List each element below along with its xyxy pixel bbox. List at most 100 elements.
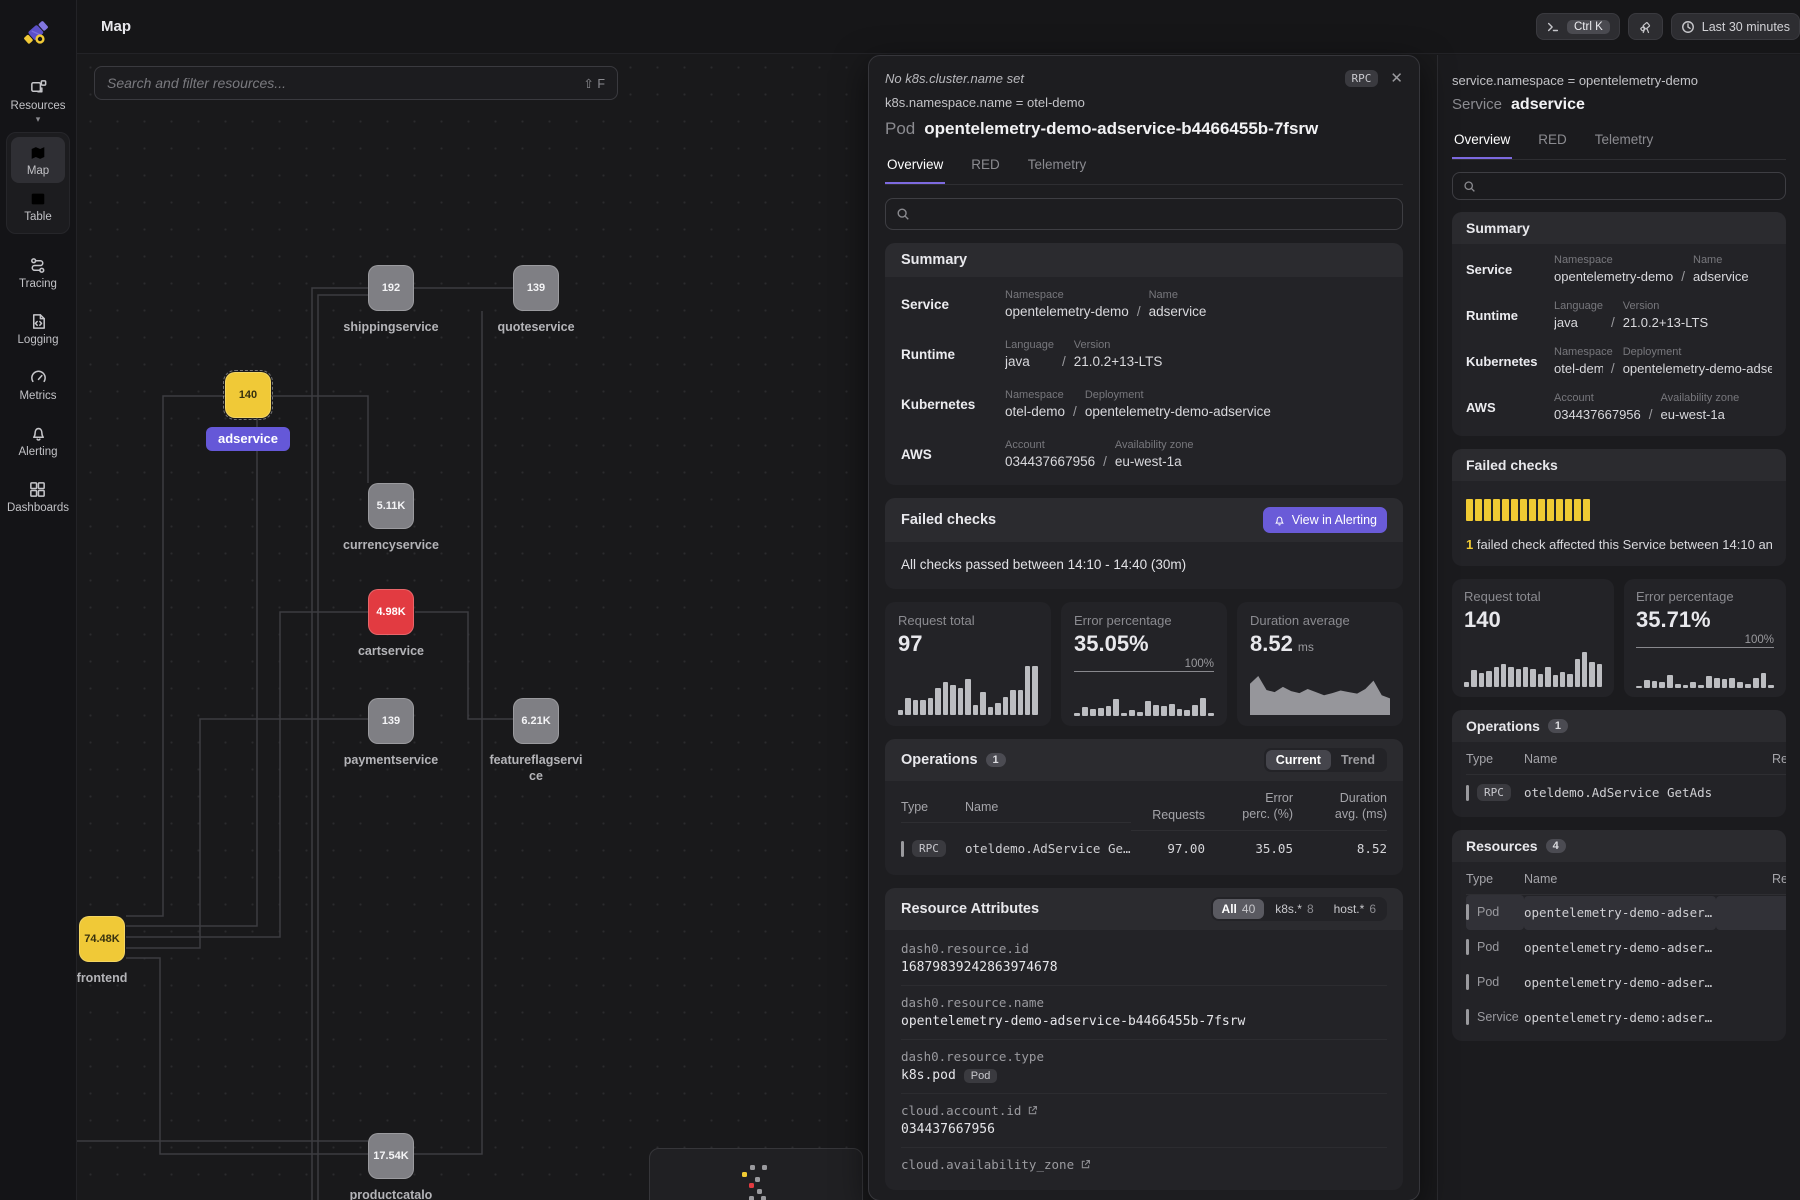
failed-check-bar [1475, 499, 1482, 521]
node-value: 139 [527, 282, 545, 294]
tab-overview[interactable]: Overview [1452, 124, 1512, 159]
chart-bar [1479, 673, 1484, 687]
duration-average-tile[interactable]: Duration average 8.52 ms [1237, 602, 1403, 726]
summary-row-values: Account034437667956/Availability zoneeu-… [1005, 439, 1387, 469]
attribute-row[interactable]: dash0.resource.nameopentelemetry-demo-ad… [901, 986, 1387, 1040]
chart-bar [1113, 699, 1119, 716]
cluster-warning-text: No k8s.cluster.name set [885, 71, 1024, 86]
summary-value: 21.0.2+13-LTS [1623, 315, 1708, 330]
chart-bar [980, 692, 985, 715]
request-total-tile[interactable]: Request total 97 [885, 602, 1051, 726]
minimap[interactable] [649, 1148, 863, 1200]
attribute-row[interactable]: cloud.availability_zone [901, 1148, 1387, 1182]
tab-telemetry[interactable]: Telemetry [1026, 149, 1089, 184]
view-in-alerting-button[interactable]: View in Alerting [1263, 507, 1387, 533]
map-node-cartservice[interactable]: 4.98Kcartservice [368, 589, 414, 635]
toggle-current[interactable]: Current [1266, 750, 1331, 770]
error-percentage-tile[interactable]: Error percentage 35.05% 100% [1061, 602, 1227, 726]
failed-check-bar [1502, 499, 1509, 521]
chart-bar [1575, 659, 1580, 687]
summary-key: Name [1693, 254, 1749, 266]
onboarding-telescope-button[interactable] [1628, 13, 1663, 40]
tab-red[interactable]: RED [1536, 124, 1569, 159]
summary-value: adservice [1149, 304, 1207, 319]
summary-value: opentelemetry-demo [1554, 269, 1673, 284]
map-node-quoteservice[interactable]: 139quoteservice [513, 265, 559, 311]
summary-value: opentelemetry-demo [1005, 304, 1129, 319]
chart-bar [988, 707, 993, 715]
col-header-type: Type [901, 790, 965, 823]
attribute-filter-chips: All40k8s.*8host.*6 [1211, 897, 1387, 921]
sidebar-item-table[interactable]: Table [11, 183, 65, 229]
filter-chip-k8s[interactable]: k8s.*8 [1266, 899, 1322, 919]
summary-row-label: Runtime [1466, 308, 1554, 323]
chart-bar [1010, 690, 1015, 715]
attribute-list: dash0.resource.id16879839242863974678das… [885, 930, 1403, 1190]
summary-col: Namespaceopentelemetry-demo [1005, 289, 1129, 319]
tile-value: 140 [1464, 607, 1501, 633]
map-search-input[interactable]: Search and filter resources... ⇧ F [94, 66, 618, 100]
kind-badge: RPC [1345, 70, 1379, 87]
map-node-frontend[interactable]: 74.48Kfrontend [79, 916, 125, 962]
sidebar-item-map[interactable]: Map [11, 137, 65, 183]
sidebar-item-tracing[interactable]: Tracing [19, 256, 57, 290]
operation-name[interactable]: oteldemo.AdService GetAds [1524, 776, 1716, 810]
error-percentage-chart [1074, 678, 1214, 716]
failed-check-bar [1538, 499, 1545, 521]
tab-overview[interactable]: Overview [885, 149, 945, 184]
operations-card: Operations 1 Current Trend TypeNameReque… [885, 739, 1403, 875]
resource-name[interactable]: opentelemetry-demo-adservice-b4466455b-7… [1524, 931, 1716, 965]
toggle-trend[interactable]: Trend [1331, 750, 1385, 770]
sidebar-item-alerting[interactable]: Alerting [19, 424, 58, 458]
failed-check-bar [1484, 499, 1491, 521]
map-node-shippingservice[interactable]: 192shippingservice [368, 265, 414, 311]
map-node-featureflagservice[interactable]: 6.21Kfeatureflagservice [513, 698, 559, 744]
sidebar-item-logging[interactable]: Logging [18, 312, 59, 346]
command-palette-button[interactable]: Ctrl K [1536, 13, 1620, 40]
chart-bar [1538, 674, 1543, 687]
operation-name[interactable]: oteldemo.AdService GetAds [965, 832, 1131, 866]
time-range-selector[interactable]: Last 30 minutes [1671, 13, 1800, 40]
tab-red[interactable]: RED [969, 149, 1002, 184]
map-node-paymentservice[interactable]: 139paymentservice [368, 698, 414, 744]
summary-row-values: Namespaceotel-demo/Deploymentopentelemet… [1554, 346, 1772, 376]
node-label-featureflagservice: featureflagservice [488, 753, 584, 784]
map-node-productcatalogservice[interactable]: 17.54Kproductcatalogservice [368, 1133, 414, 1179]
minimap-dot [757, 1189, 762, 1194]
sidebar-item-resources[interactable]: Resources ▾ [11, 78, 66, 122]
pod-panel-search-input[interactable] [885, 198, 1403, 230]
resource-name[interactable]: opentelemetry-demo-adservice-b4466455b-7… [1524, 896, 1716, 930]
service-panel-search-input[interactable] [1452, 172, 1786, 200]
sidebar-item-metrics[interactable]: Metrics [19, 368, 56, 402]
node-value: 139 [382, 715, 400, 727]
close-icon[interactable]: ✕ [1390, 69, 1403, 87]
operation-row-type: RPC [1466, 775, 1524, 811]
map-edge [415, 612, 513, 719]
filter-chip-All[interactable]: All40 [1213, 899, 1265, 919]
map-node-currencyservice[interactable]: 5.11Kcurrencyservice [368, 483, 414, 529]
attribute-row[interactable]: dash0.resource.id16879839242863974678 [901, 932, 1387, 986]
tab-telemetry[interactable]: Telemetry [1593, 124, 1656, 159]
summary-value: java [1005, 354, 1054, 369]
dash0-logo[interactable] [18, 12, 58, 52]
attribute-row[interactable]: cloud.account.id034437667956 [901, 1094, 1387, 1148]
resource-name[interactable]: opentelemetry-demo:adservice [1524, 1001, 1716, 1035]
resource-row-type: Pod [1466, 895, 1524, 930]
namespace-line: k8s.namespace.name = otel-demo [885, 95, 1403, 110]
request-total-tile[interactable]: Request total 140 [1452, 579, 1614, 697]
entity-kind: Service [1452, 96, 1502, 113]
node-label-adservice[interactable]: adservice [206, 427, 290, 451]
sidebar-item-dashboards[interactable]: Dashboards [7, 480, 69, 514]
col-header-duration-lines: Durationavg. (ms) [1293, 791, 1387, 822]
row-indicator [901, 841, 904, 857]
operations-title: Operations [1466, 718, 1540, 734]
chart-bar [1003, 697, 1008, 715]
attribute-row[interactable]: dash0.resource.typek8s.podPod [901, 1040, 1387, 1094]
filter-chip-host[interactable]: host.*6 [1325, 899, 1385, 919]
map-search-shortcut: ⇧ F [583, 76, 605, 91]
tile-title: Request total [898, 613, 1038, 628]
map-node-adservice[interactable]: 140adservice [225, 372, 271, 418]
error-percentage-tile[interactable]: Error percentage 35.71% 100% [1624, 579, 1786, 697]
resource-name[interactable]: opentelemetry-demo-adservice-b4466455b-7… [1524, 966, 1716, 1000]
node-label-frontend: frontend [77, 971, 157, 987]
